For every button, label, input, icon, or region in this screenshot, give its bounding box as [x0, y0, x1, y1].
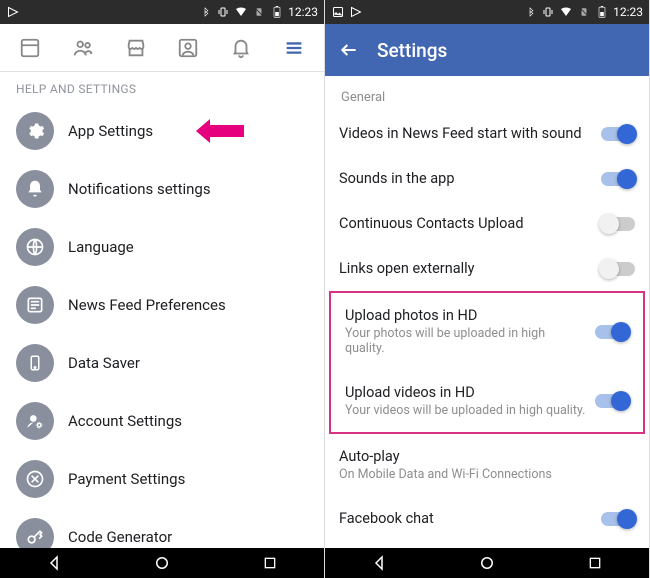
nav-home-button[interactable] — [475, 551, 499, 575]
battery-icon — [595, 5, 609, 19]
vibrate-icon — [216, 5, 230, 19]
setting-title: Continuous Contacts Upload — [339, 215, 593, 232]
menu-label: Notifications settings — [68, 180, 211, 198]
setting-title: Facebook chat — [339, 510, 593, 527]
menu-item-data-saver[interactable]: Data Saver — [0, 334, 324, 392]
settings-header: Settings — [325, 24, 649, 76]
toggle-switch[interactable] — [601, 512, 635, 526]
menu-item-news-feed-prefs[interactable]: News Feed Preferences — [0, 276, 324, 334]
no-sim-icon — [252, 5, 266, 19]
menu-item-notifications[interactable]: Notifications settings — [0, 160, 324, 218]
setting-title: Upload photos in HD — [345, 307, 587, 324]
toggle-switch[interactable] — [601, 217, 635, 231]
menu-item-payment-settings[interactable]: Payment Settings — [0, 450, 324, 508]
menu-item-app-settings[interactable]: App Settings — [0, 102, 324, 160]
setting-sounds-app[interactable]: Sounds in the app — [325, 156, 649, 201]
status-bar: 12:23 — [325, 0, 649, 24]
nav-recent-button[interactable] — [583, 551, 607, 575]
nav-back-button[interactable] — [42, 551, 66, 575]
header-title: Settings — [377, 39, 447, 62]
section-header: HELP AND SETTINGS — [0, 72, 324, 102]
play-store-icon — [349, 5, 363, 19]
vibrate-icon — [541, 5, 555, 19]
nav-feed-icon[interactable] — [16, 34, 44, 62]
nav-home-button[interactable] — [150, 551, 174, 575]
card-icon — [16, 460, 54, 498]
phone-icon — [16, 344, 54, 382]
feed-icon — [16, 286, 54, 324]
image-icon — [331, 5, 345, 19]
wifi-icon — [559, 5, 573, 19]
setting-subtitle: On Mobile Data and Wi-Fi Connections — [339, 467, 635, 482]
nav-recent-button[interactable] — [258, 551, 282, 575]
nav-marketplace-icon[interactable] — [122, 34, 150, 62]
menu-item-language[interactable]: Language — [0, 218, 324, 276]
setting-videos-sound[interactable]: Videos in News Feed start with sound — [325, 111, 649, 156]
status-time: 12:23 — [288, 5, 318, 19]
menu-label: Account Settings — [68, 412, 182, 430]
nav-notifications-icon[interactable] — [227, 34, 255, 62]
setting-upload-videos-hd[interactable]: Upload videos in HD Your videos will be … — [331, 370, 643, 432]
globe-icon — [16, 228, 54, 266]
android-nav-bar — [325, 548, 649, 578]
toggle-switch[interactable] — [601, 127, 635, 141]
setting-auto-play[interactable]: Auto-play On Mobile Data and Wi-Fi Conne… — [325, 434, 649, 496]
highlight-box: Upload photos in HD Your photos will be … — [329, 291, 645, 434]
setting-title: Upload videos in HD — [345, 384, 587, 401]
menu-label: App Settings — [68, 122, 153, 140]
nav-profile-icon[interactable] — [174, 34, 202, 62]
setting-subtitle: Your videos will be uploaded in high qua… — [345, 403, 587, 418]
status-time: 12:23 — [613, 5, 643, 19]
settings-menu-list: App Settings Notifications settings Lang… — [0, 102, 324, 578]
toggle-switch[interactable] — [601, 172, 635, 186]
menu-label: News Feed Preferences — [68, 296, 226, 314]
battery-icon — [270, 5, 284, 19]
phone-left: 12:23 HELP AND SETTINGS App Settings Not… — [0, 0, 325, 578]
setting-title: Videos in News Feed start with sound — [339, 125, 593, 142]
menu-label: Language — [68, 238, 134, 256]
status-bar: 12:23 — [0, 0, 324, 24]
setting-contacts-upload[interactable]: Continuous Contacts Upload — [325, 201, 649, 246]
arrow-callout-icon — [196, 117, 244, 145]
setting-title: Sounds in the app — [339, 170, 593, 187]
setting-upload-photos-hd[interactable]: Upload photos in HD Your photos will be … — [331, 293, 643, 370]
setting-facebook-chat[interactable]: Facebook chat — [325, 496, 649, 541]
setting-title: Links open externally — [339, 260, 593, 277]
bell-icon — [16, 170, 54, 208]
nav-friends-icon[interactable] — [69, 34, 97, 62]
bluetooth-icon — [198, 5, 212, 19]
play-store-icon — [6, 5, 20, 19]
nav-back-button[interactable] — [367, 551, 391, 575]
toggle-switch[interactable] — [595, 325, 629, 339]
nav-menu-icon[interactable] — [280, 34, 308, 62]
setting-subtitle: Your photos will be uploaded in high qua… — [345, 326, 587, 356]
facebook-top-nav — [0, 24, 324, 72]
phone-right: 12:23 Settings General Videos in News Fe… — [325, 0, 650, 578]
menu-label: Payment Settings — [68, 470, 185, 488]
gear-icon — [16, 112, 54, 150]
back-arrow-icon[interactable] — [339, 40, 359, 60]
user-cog-icon — [16, 402, 54, 440]
toggle-switch[interactable] — [601, 262, 635, 276]
wifi-icon — [234, 5, 248, 19]
settings-body: General Videos in News Feed start with s… — [325, 76, 649, 548]
menu-item-account-settings[interactable]: Account Settings — [0, 392, 324, 450]
menu-label: Code Generator — [68, 528, 172, 546]
android-nav-bar — [0, 548, 324, 578]
no-sim-icon — [577, 5, 591, 19]
bluetooth-icon — [523, 5, 537, 19]
toggle-switch[interactable] — [595, 394, 629, 408]
menu-label: Data Saver — [68, 354, 140, 372]
section-label: General — [325, 76, 649, 111]
setting-links-external[interactable]: Links open externally — [325, 246, 649, 291]
setting-title: Auto-play — [339, 448, 635, 465]
